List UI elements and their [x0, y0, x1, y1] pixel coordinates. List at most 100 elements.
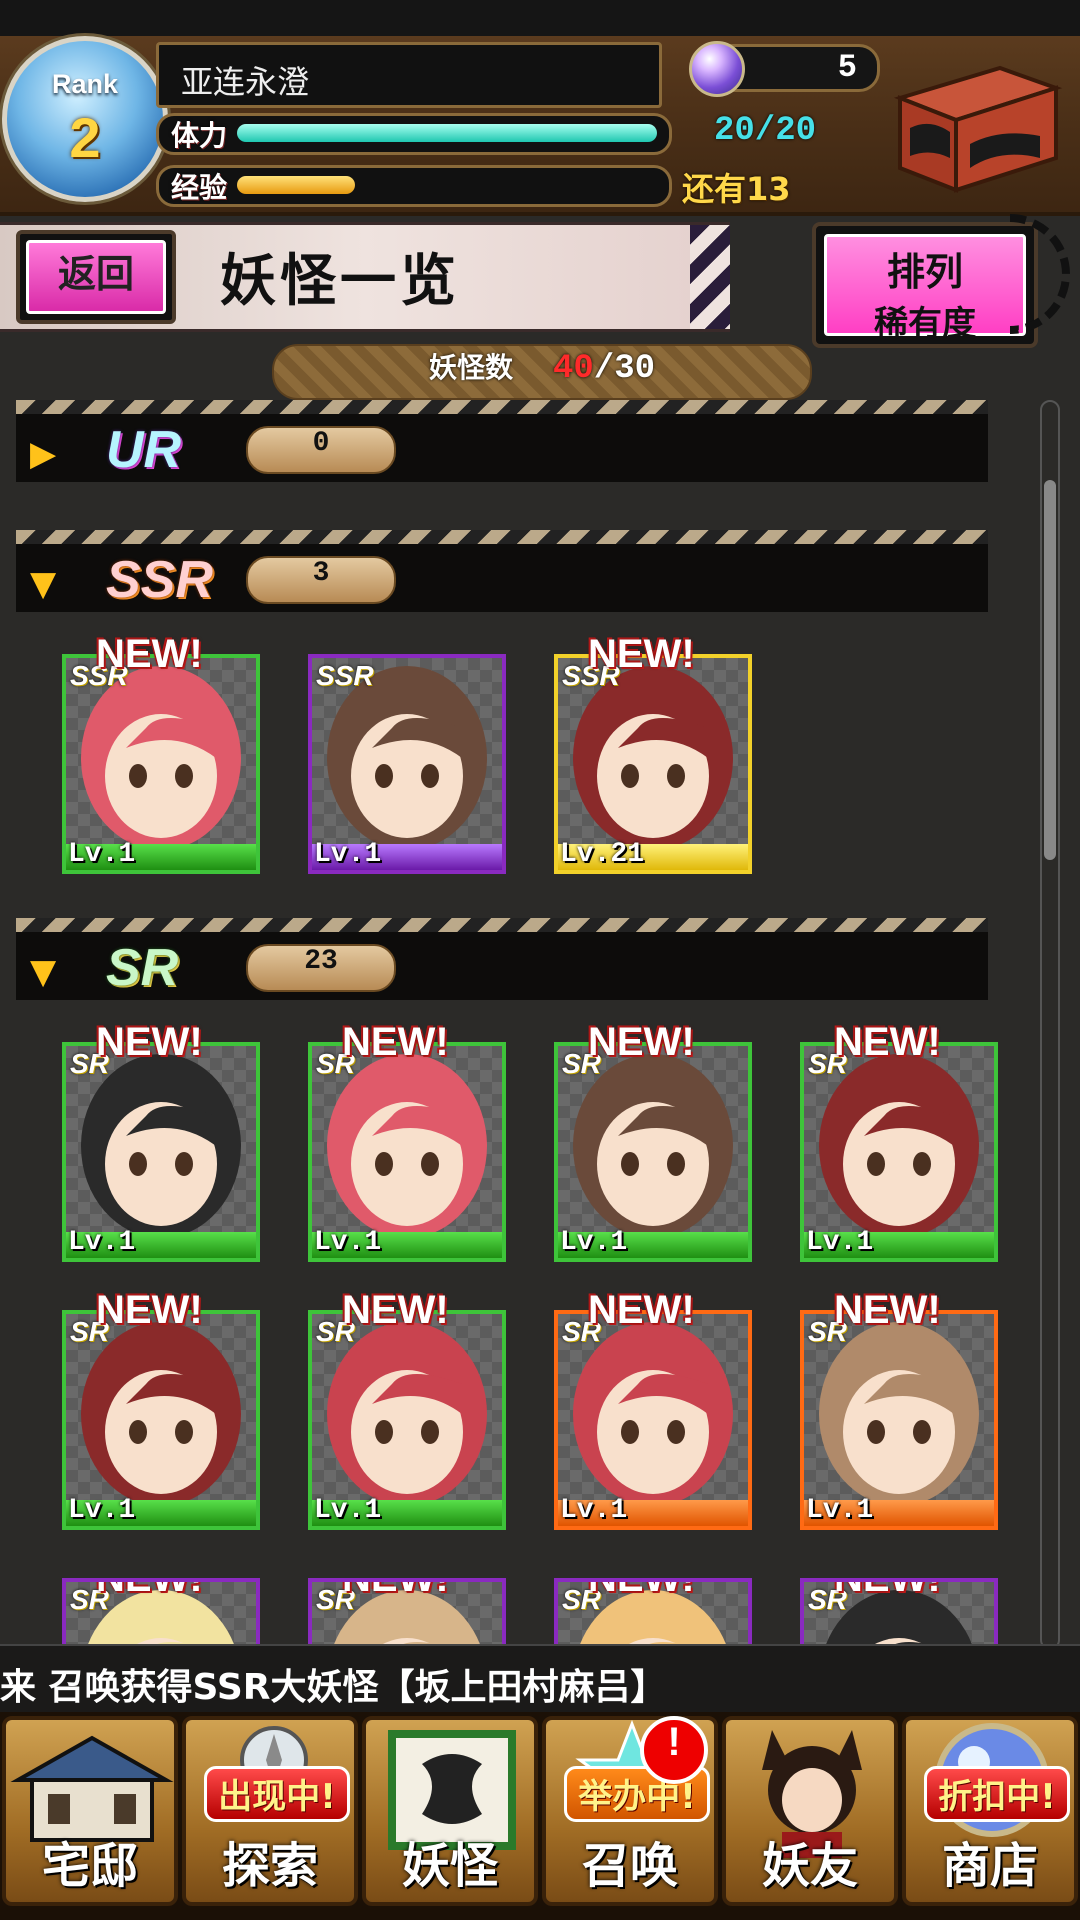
collapse-arrow-icon: ▼	[30, 564, 57, 604]
sort-label: 排列	[886, 249, 963, 294]
monster-card[interactable]: SR Lv.1 NEW!	[62, 1020, 260, 1262]
level-text: Lv.1	[314, 1227, 382, 1258]
nav-label: 宅邸	[41, 1838, 138, 1894]
back-label: 返回	[57, 252, 134, 296]
exp-label: 经验	[171, 171, 228, 204]
status-bar	[0, 0, 1080, 36]
monster-card[interactable]: SSR Lv.1	[308, 654, 506, 874]
monster-count-current: 40	[552, 350, 594, 388]
section-ur[interactable]: ▶ UR 0	[16, 400, 988, 482]
stamina-label: 体力	[171, 119, 228, 152]
back-button-face: 返回	[26, 240, 166, 314]
monster-card[interactable]: SSR Lv.21 NEW!	[554, 632, 752, 874]
nav-explore[interactable]: 出现中! 探索	[182, 1716, 358, 1906]
ticker-text: 来 召唤获得SSR大妖怪【坂上田村麻吕】	[0, 1667, 667, 1708]
exp-fill	[237, 176, 355, 194]
nav-label: 妖友	[761, 1838, 858, 1894]
sort-value: 稀有度	[874, 304, 976, 344]
monster-card[interactable]: SR Lv.1 NEW!	[308, 1288, 506, 1530]
player-name-box: 亚连永澄	[156, 42, 662, 108]
section-sr[interactable]: ▼ SR 23	[16, 918, 988, 1000]
new-badge: NEW!	[588, 1288, 695, 1332]
new-badge: NEW!	[342, 1578, 449, 1600]
monster-card[interactable]: SR Lv.1 NEW!	[800, 1020, 998, 1262]
new-badge: NEW!	[588, 632, 695, 676]
collapse-arrow-icon: ▼	[30, 952, 57, 992]
nav-monsters[interactable]: 妖怪	[362, 1716, 538, 1906]
monster-card[interactable]: SR NEW!	[554, 1578, 752, 1644]
nav-label: 妖怪	[401, 1838, 498, 1894]
section-ssr[interactable]: ▼ SSR 3	[16, 530, 988, 612]
level-text: Lv.1	[560, 1227, 628, 1258]
exp-bar: 经验	[156, 165, 672, 207]
level-text: Lv.1	[560, 1495, 628, 1526]
gem-counter[interactable]: 5	[689, 41, 880, 97]
rope-divider	[16, 400, 988, 414]
monster-card[interactable]: SR Lv.1 NEW!	[308, 1020, 506, 1262]
back-button[interactable]: 返回	[16, 230, 176, 324]
monster-card[interactable]: SR NEW!	[308, 1578, 506, 1644]
monster-count: 妖怪数 40/30	[272, 344, 812, 400]
new-badge: NEW!	[342, 1288, 449, 1332]
new-badge: NEW!	[834, 1578, 941, 1600]
new-badge: NEW!	[588, 1020, 695, 1064]
sort-button[interactable]: 排列 稀有度	[812, 222, 1038, 348]
monster-card[interactable]: SR Lv.1 NEW!	[554, 1020, 752, 1262]
rank-label: Rank	[51, 69, 119, 99]
monster-card[interactable]: SR NEW!	[62, 1578, 260, 1644]
rope-divider	[16, 918, 988, 932]
treasure-chest-icon	[893, 65, 1063, 193]
section-count: 0	[246, 426, 396, 474]
new-badge: NEW!	[834, 1288, 941, 1332]
bottom-nav: 宅邸 出现中! 探索 妖怪 举办中! 召唤 妖友 折扣中! 商店	[0, 1712, 1080, 1920]
level-text: Lv.1	[314, 1495, 382, 1526]
rank-value: 2	[69, 106, 101, 169]
new-badge: NEW!	[834, 1020, 941, 1064]
monster-count-max: 30	[614, 350, 656, 388]
monster-card[interactable]: SR Lv.1 NEW!	[554, 1288, 752, 1530]
nav-shop[interactable]: 折扣中! 商店	[902, 1716, 1078, 1906]
nav-label: 召唤	[581, 1838, 678, 1894]
new-badge: NEW!	[96, 1578, 203, 1600]
monster-card[interactable]: SR Lv.1 NEW!	[62, 1288, 260, 1530]
nav-label: 探索	[221, 1838, 318, 1894]
monster-card[interactable]: SR Lv.1 NEW!	[800, 1288, 998, 1530]
news-ticker: 来 召唤获得SSR大妖怪【坂上田村麻吕】	[0, 1644, 1080, 1714]
new-badge: NEW!	[96, 1288, 203, 1332]
monster-count-separator: /	[593, 350, 615, 388]
player-name: 亚连永澄	[181, 63, 310, 101]
monster-card[interactable]: SR NEW!	[800, 1578, 998, 1644]
rarity-label: UR	[106, 421, 182, 479]
level-text: Lv.1	[314, 839, 382, 870]
crystal-orb-icon	[689, 41, 745, 97]
exp-remaining: 还有13	[682, 170, 791, 208]
nav-mansion[interactable]: 宅邸	[2, 1716, 178, 1906]
nav-badge: 折扣中!	[924, 1766, 1070, 1822]
new-badge: NEW!	[96, 632, 203, 676]
new-badge: NEW!	[96, 1020, 203, 1064]
rarity-label: SR	[106, 939, 179, 997]
treasure-chest-button[interactable]	[880, 48, 1066, 198]
new-badge: NEW!	[342, 1020, 449, 1064]
rope-divider	[16, 530, 988, 544]
section-count: 3	[246, 556, 396, 604]
monster-count-label: 妖怪数	[428, 351, 513, 384]
new-badge: NEW!	[588, 1578, 695, 1600]
gem-count: 5	[837, 49, 857, 86]
monster-card[interactable]: SSR Lv.1 NEW!	[62, 632, 260, 874]
section-count: 23	[246, 944, 396, 992]
level-text: Lv.21	[560, 839, 645, 870]
level-text: Lv.1	[806, 1227, 874, 1258]
card-rarity-tag: SSR	[316, 660, 374, 691]
stamina-fill	[237, 124, 657, 142]
rank-badge: Rank 2	[2, 36, 168, 202]
page-title: 妖怪一览	[220, 248, 460, 314]
scrollbar-thumb[interactable]	[1044, 480, 1056, 860]
nav-badge: 出现中!	[204, 1766, 350, 1822]
level-text: Lv.1	[68, 1227, 136, 1258]
gear-icon	[1010, 214, 1070, 334]
rarity-label: SSR	[106, 551, 213, 609]
nav-friends[interactable]: 妖友	[722, 1716, 898, 1906]
stamina-bar: 体力	[156, 113, 672, 155]
title-band-stripe	[690, 225, 730, 329]
